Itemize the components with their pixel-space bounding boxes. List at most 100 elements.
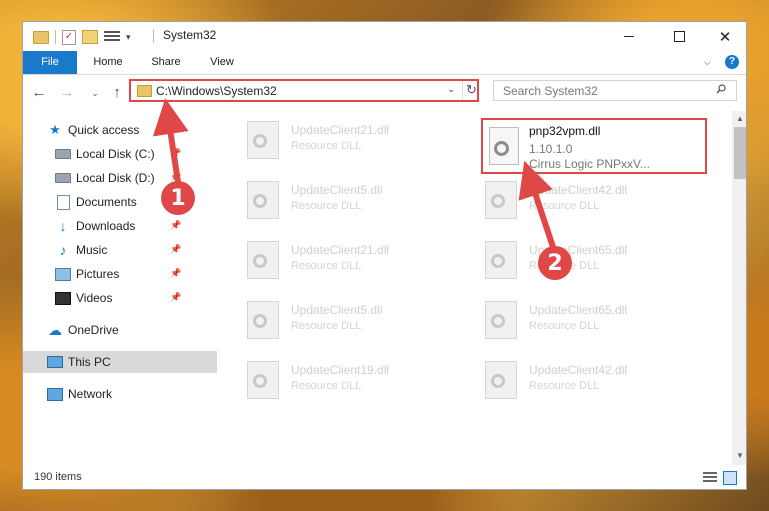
sidebar-item-music[interactable]: ♪ Music 📌 [23,239,217,261]
chevron-down-icon[interactable]: ⌄ [447,84,455,95]
sidebar-item-onedrive[interactable]: ☁ OneDrive [23,319,217,341]
dll-file-icon [247,241,279,279]
sidebar-item-label: This PC [68,355,111,369]
sidebar-item-pictures[interactable]: Pictures 📌 [23,263,217,285]
maximize-button[interactable] [656,22,702,51]
file-name: UpdateClient42.dll [529,183,628,197]
file-item[interactable]: UpdateClient21.dll Resource DLL [243,235,473,287]
search-icon[interactable] [716,84,726,94]
dll-file-icon [247,181,279,219]
pin-icon[interactable]: 📌 [170,292,181,303]
title-divider [153,29,154,43]
file-item[interactable]: UpdateClient5.dll Resource DLL [243,295,473,347]
new-folder-icon[interactable] [82,30,98,44]
dll-file-icon [247,301,279,339]
navigation-pane: ★ Quick access Local Disk (C:) 📌 Local D… [23,115,217,465]
pin-icon[interactable]: 📌 [170,244,181,255]
sidebar-item-local-disk-c[interactable]: Local Disk (C:) 📌 [23,143,217,165]
properties-check-icon[interactable]: ✓ [62,29,76,45]
sidebar-item-label: Pictures [76,267,120,281]
sidebar-item-label: Quick access [68,123,140,137]
drive-icon [55,147,71,161]
address-path[interactable]: C:\Windows\System32 [156,84,277,98]
customize-dropdown-icon[interactable]: ▾ [126,32,131,43]
help-icon[interactable]: ? [725,55,739,69]
file-list: UpdateClient21.dll Resource DLL UpdateCl… [219,115,729,465]
navigation-bar: ← → ⌄ ↑ C:\Windows\System32 ⌄ ↻ Search S… [23,75,746,111]
maximize-icon [673,31,685,42]
scroll-up-icon[interactable]: ▲ [736,114,744,123]
file-item[interactable]: UpdateClient65.dll Resource DLL [481,295,711,347]
sidebar-item-label: Network [68,387,113,401]
file-name: pnp32vpm.dll [529,124,601,138]
vertical-scrollbar[interactable]: ▲ ▼ [732,111,746,465]
dll-file-icon [485,241,517,279]
scroll-thumb[interactable] [734,127,746,179]
expand-ribbon-icon[interactable]: ⌵ [704,57,711,68]
search-input[interactable]: Search System32 [493,80,737,101]
quick-access-toolbar: ✓ ▾ [33,28,131,46]
details-view-icon[interactable] [703,472,717,482]
sidebar-item-label: Videos [76,291,113,305]
forward-button[interactable]: → [57,83,77,103]
file-name: UpdateClient21.dll [291,243,390,257]
sidebar-item-videos[interactable]: Videos 📌 [23,287,217,309]
file-item[interactable]: UpdateClient42.dll Resource DLL [481,175,711,227]
file-item[interactable]: UpdateClient65.dll Resource DLL [481,235,711,287]
sidebar-item-this-pc[interactable]: This PC [23,351,217,373]
pin-icon[interactable]: 📌 [170,220,181,231]
file-type: Resource DLL [529,200,600,212]
sidebar-item-label: Local Disk (C:) [76,147,155,161]
large-icons-view-icon[interactable] [723,471,737,485]
back-button[interactable]: ← [29,83,49,103]
file-explorer-window: ✓ ▾ System32 ✕ File Home Share View ⌵ ? … [22,21,747,490]
file-type: Resource DLL [291,380,362,392]
close-button[interactable]: ✕ [702,22,746,51]
folder-icon[interactable] [33,30,49,44]
sidebar-item-quick-access[interactable]: ★ Quick access [23,119,217,141]
tab-share[interactable]: Share [140,51,192,74]
sidebar-item-downloads[interactable]: ↓ Downloads 📌 [23,215,217,237]
file-item[interactable]: UpdateClient42.dll Resource DLL [481,355,711,407]
sidebar-item-label: Music [76,243,108,257]
drive-icon [55,171,71,185]
file-type: Resource DLL [291,320,362,332]
refresh-icon[interactable]: ↻ [466,82,477,98]
tab-view[interactable]: View [198,51,246,74]
file-item[interactable]: UpdateClient21.dll Resource DLL [243,115,473,167]
file-type: Resource DLL [291,200,362,212]
address-bar[interactable]: C:\Windows\System32 ⌄ ↻ [129,79,479,102]
file-item[interactable]: UpdateClient5.dll Resource DLL [243,175,473,227]
minimize-icon [624,36,634,37]
file-type: Resource DLL [291,140,362,152]
sidebar-item-label: Downloads [76,219,136,233]
recent-locations-button[interactable]: ⌄ [85,83,105,103]
computer-icon [47,355,63,369]
scroll-down-icon[interactable]: ▼ [736,451,744,460]
title-bar: ✓ ▾ System32 ✕ [23,22,746,51]
step-2-badge: 2 [538,246,572,280]
dll-file-icon [247,121,279,159]
customize-list-icon[interactable] [104,31,120,43]
sidebar-item-network[interactable]: Network [23,383,217,405]
item-count: 190 items [34,471,82,483]
toolbar-divider [55,30,56,44]
file-name: UpdateClient21.dll [291,123,390,137]
ribbon-tabs: File Home Share View ⌵ ? [23,51,746,75]
pin-icon[interactable]: 📌 [170,148,181,159]
tab-home[interactable]: Home [82,51,134,74]
window-title: System32 [163,28,217,42]
file-name: UpdateClient5.dll [291,183,383,197]
minimize-button[interactable] [606,22,652,51]
tab-file[interactable]: File [23,51,77,74]
sidebar-item-label: Documents [76,195,137,209]
dll-file-icon [247,361,279,399]
file-name: UpdateClient5.dll [291,303,383,317]
up-button[interactable]: ↑ [107,83,127,103]
star-icon: ★ [49,122,61,137]
highlighted-file-item[interactable]: pnp32vpm.dll 1.10.1.0 Cirrus Logic PNPxx… [481,118,707,174]
pin-icon[interactable]: 📌 [170,268,181,279]
file-item[interactable]: UpdateClient19.dll Resource DLL [243,355,473,407]
file-version: 1.10.1.0 [529,142,573,156]
file-name: UpdateClient19.dll [291,363,390,377]
